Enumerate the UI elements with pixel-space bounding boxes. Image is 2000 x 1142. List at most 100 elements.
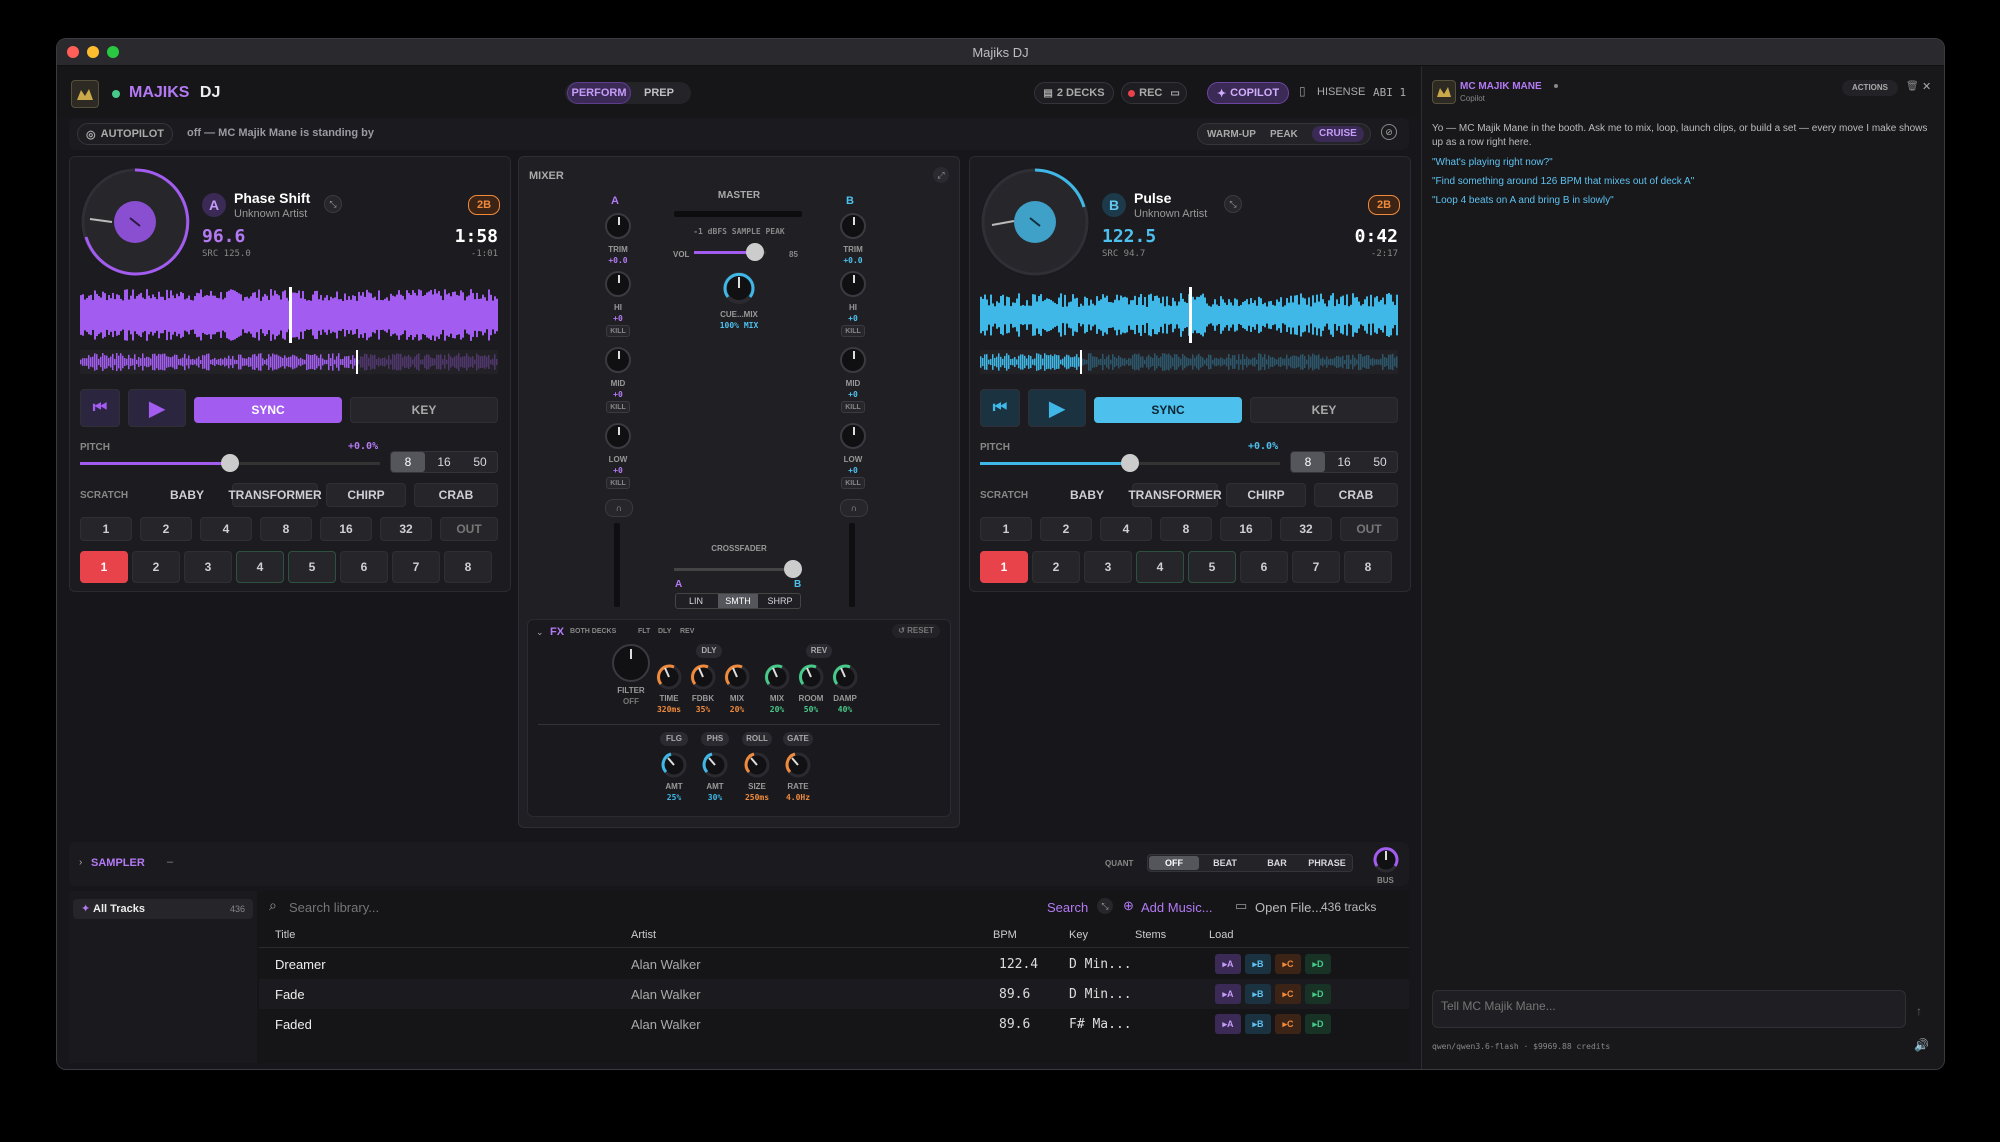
add-music-button[interactable]: Add Music... xyxy=(1141,900,1213,915)
trim-knob-b[interactable] xyxy=(840,213,866,239)
sampler-title[interactable]: SAMPLER xyxy=(91,857,145,869)
fx-target-dly[interactable]: DLY xyxy=(658,628,671,635)
copilot-input[interactable] xyxy=(1432,990,1906,1028)
hotcue-4-a[interactable]: 4 xyxy=(236,551,284,583)
level-cruise[interactable]: CRUISE xyxy=(1312,126,1364,142)
send-icon[interactable]: ↑ xyxy=(1916,1004,1922,1018)
cue-to-start-button-a[interactable]: ⏮ xyxy=(80,389,120,427)
overview-waveform-a[interactable] xyxy=(80,350,498,374)
fx-knob-amt[interactable] xyxy=(700,750,730,780)
load-deck-a-button[interactable]: ▸ A xyxy=(1215,954,1241,974)
pitch-thumb[interactable] xyxy=(221,454,239,472)
table-row[interactable]: Faded Alan Walker 89.6 F# Ma... ▸ A ▸ B ▸ C ▸ D xyxy=(259,1009,1409,1039)
headphone-cue-a[interactable]: ∩ xyxy=(605,499,633,517)
overview-waveform-b[interactable] xyxy=(980,350,1398,374)
loop-8-b[interactable]: 8 xyxy=(1160,517,1212,541)
channel-fader-a[interactable] xyxy=(614,523,620,607)
waveform-b[interactable] xyxy=(980,287,1398,343)
loop-32-b[interactable]: 32 xyxy=(1280,517,1332,541)
scratch-crab-b[interactable]: CRAB xyxy=(1314,483,1398,507)
suggestion-1[interactable]: "What's playing right now?" xyxy=(1432,157,1553,168)
loop-1-a[interactable]: 1 xyxy=(80,517,132,541)
scratch-baby-b[interactable]: BABY xyxy=(1044,483,1130,507)
low-kill-b[interactable]: KILL xyxy=(841,477,865,489)
trash-icon[interactable]: 🗑 xyxy=(1906,81,1919,92)
compass-icon[interactable]: ⊘ xyxy=(1381,124,1397,140)
fx-knob-room[interactable] xyxy=(796,662,826,692)
loop-2-b[interactable]: 2 xyxy=(1040,517,1092,541)
load-deck-b-button[interactable]: ▸ B xyxy=(1245,954,1271,974)
curve-smth[interactable]: SMTH xyxy=(718,594,758,608)
scratch-transformer-a[interactable]: TRANSFORMER xyxy=(228,483,322,507)
pitch-thumb[interactable] xyxy=(1121,454,1139,472)
low-kill-a[interactable]: KILL xyxy=(606,477,630,489)
dly-tag[interactable]: DLY xyxy=(696,644,722,658)
load-deck-d-button[interactable]: ▸ D xyxy=(1305,1014,1331,1034)
load-deck-d-button[interactable]: ▸ D xyxy=(1305,954,1331,974)
phs-tag[interactable]: PHS xyxy=(701,732,729,746)
sidebar-item-all-tracks[interactable]: ✦ All Tracks 436 xyxy=(73,899,253,919)
scratch-transformer-b[interactable]: TRANSFORMER xyxy=(1128,483,1222,507)
hotcue-7-b[interactable]: 7 xyxy=(1292,551,1340,583)
mode-prep[interactable]: PREP xyxy=(631,82,687,104)
fx-target-flt[interactable]: FLT xyxy=(638,628,650,635)
search-input[interactable] xyxy=(287,895,851,919)
decks-button[interactable]: ▤ 2 DECKS xyxy=(1034,82,1114,104)
load-deck-b-button[interactable]: ▸ B xyxy=(1245,1014,1271,1034)
search-button[interactable]: Search xyxy=(1047,900,1088,915)
loop-2-a[interactable]: 2 xyxy=(140,517,192,541)
suggestion-2[interactable]: "Find something around 126 BPM that mixe… xyxy=(1432,176,1694,187)
hotcue-2-a[interactable]: 2 xyxy=(132,551,180,583)
expand-icon[interactable]: ⤡ xyxy=(1097,898,1113,914)
range-50[interactable]: 50 xyxy=(463,452,497,472)
expand-icon[interactable]: ⤡ xyxy=(324,195,342,213)
range-8[interactable]: 8 xyxy=(391,452,425,472)
col-bpm[interactable]: BPM xyxy=(993,929,1017,941)
fx-knob-size[interactable] xyxy=(742,750,772,780)
fx-reset-button[interactable]: ↺ RESET xyxy=(892,624,940,638)
sync-button-b[interactable]: SYNC xyxy=(1094,397,1242,423)
chevron-down-icon[interactable]: ⌄ xyxy=(536,627,544,638)
rec-button[interactable]: REC ▭ xyxy=(1121,82,1187,104)
trim-knob-a[interactable] xyxy=(605,213,631,239)
expand-icon[interactable]: ⤡ xyxy=(1224,195,1242,213)
loop-32-a[interactable]: 32 xyxy=(380,517,432,541)
range-50[interactable]: 50 xyxy=(1363,452,1397,472)
close-icon[interactable]: ✕ xyxy=(1922,80,1931,93)
collapse-icon[interactable]: ⤢ xyxy=(933,167,949,183)
load-deck-a-button[interactable]: ▸ A xyxy=(1215,1014,1241,1034)
mid-kill-a[interactable]: KILL xyxy=(606,401,630,413)
low-knob-b[interactable] xyxy=(840,423,866,449)
load-deck-b-button[interactable]: ▸ B xyxy=(1245,984,1271,1004)
master-volume-slider[interactable] xyxy=(694,243,766,261)
key-lock-button-b[interactable]: KEY xyxy=(1250,397,1398,423)
loop-8-a[interactable]: 8 xyxy=(260,517,312,541)
hotcue-7-a[interactable]: 7 xyxy=(392,551,440,583)
autopilot-toggle[interactable]: ◎ AUTOPILOT xyxy=(77,123,173,145)
sync-button-a[interactable]: SYNC xyxy=(194,397,342,423)
pitch-slider-b[interactable] xyxy=(980,453,1280,473)
scratch-chirp-b[interactable]: CHIRP xyxy=(1226,483,1306,507)
loop-4-a[interactable]: 4 xyxy=(200,517,252,541)
fx-target-rev[interactable]: REV xyxy=(680,628,694,635)
channel-fader-b[interactable] xyxy=(849,523,855,607)
curve-lin[interactable]: LIN xyxy=(676,594,716,608)
output-device[interactable]: HISENSE xyxy=(1317,86,1365,98)
fx-knob-rate[interactable] xyxy=(783,750,813,780)
fx-knob-mix[interactable] xyxy=(722,662,752,692)
load-deck-c-button[interactable]: ▸ C xyxy=(1275,1014,1301,1034)
hotcue-8-a[interactable]: 8 xyxy=(444,551,492,583)
scratch-chirp-a[interactable]: CHIRP xyxy=(326,483,406,507)
quant-beat[interactable]: BEAT xyxy=(1200,856,1250,870)
filter-knob[interactable] xyxy=(612,644,650,682)
col-stems[interactable]: Stems xyxy=(1135,929,1166,941)
col-load[interactable]: Load xyxy=(1209,929,1233,941)
hi-kill-b[interactable]: KILL xyxy=(841,325,865,337)
loop-1-b[interactable]: 1 xyxy=(980,517,1032,541)
speaker-icon[interactable]: 🔊 xyxy=(1914,1038,1929,1052)
mode-perform[interactable]: PERFORM xyxy=(567,82,631,104)
hotcue-2-b[interactable]: 2 xyxy=(1032,551,1080,583)
range-16[interactable]: 16 xyxy=(1327,452,1361,472)
col-title[interactable]: Title xyxy=(275,929,295,941)
play-button-b[interactable]: ▶ xyxy=(1028,389,1086,427)
